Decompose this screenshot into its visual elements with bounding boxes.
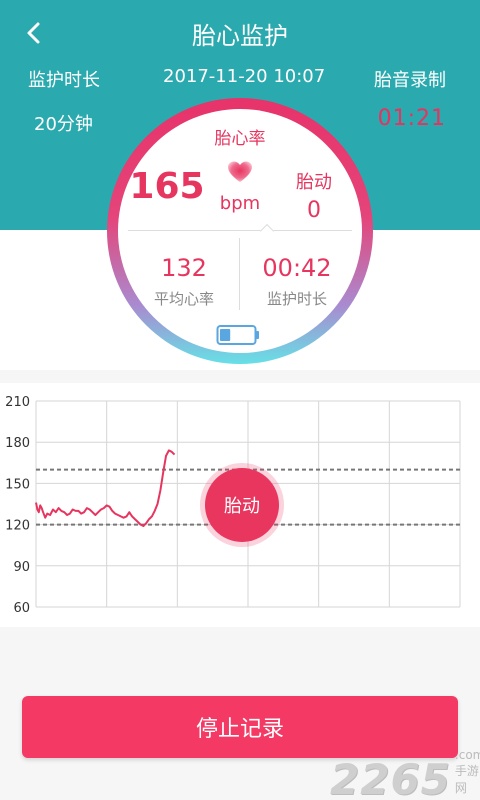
record-time: 01:21 (377, 106, 446, 131)
watermark-text: .com 手游网 (454, 748, 480, 795)
panel-divider-vertical (239, 238, 240, 310)
duration-value: 20分钟 (34, 114, 93, 135)
fetal-movement-button[interactable]: 胎动 (205, 468, 279, 542)
heart-icon (228, 161, 252, 182)
average-rate-label: 平均心率 (153, 290, 214, 308)
y-tick-label: 120 (5, 519, 30, 534)
y-tick-label: 180 (5, 436, 30, 451)
movement-label: 胎动 (296, 172, 332, 193)
duration-label: 监护时长 (28, 70, 100, 91)
movement-count: 0 (307, 198, 321, 223)
average-rate-value: 132 (161, 254, 207, 282)
heart-rate-unit: bpm (219, 193, 261, 214)
elapsed-time-label: 监护时长 (266, 290, 327, 308)
battery-level-fill (220, 329, 231, 341)
panel-divider (128, 230, 352, 231)
heart-rate-label: 胎心率 (214, 129, 266, 149)
page-title: 胎心监护 (192, 22, 288, 50)
heart-rate-line (35, 449, 176, 527)
datetime-text: 2017-11-20 10:07 (163, 66, 326, 87)
watermark-number: 2265 (330, 755, 451, 800)
y-tick-label: 210 (5, 395, 30, 410)
y-tick-label: 150 (5, 477, 30, 492)
y-tick-label: 60 (13, 601, 30, 616)
battery-icon (216, 325, 259, 345)
heart-rate-value: 165 (129, 166, 205, 207)
record-label[interactable]: 胎音录制 (374, 66, 446, 92)
elapsed-time-value: 00:42 (262, 254, 332, 282)
site-watermark: 2265 .com 手游网 (330, 748, 480, 800)
y-tick-label: 90 (13, 560, 30, 575)
